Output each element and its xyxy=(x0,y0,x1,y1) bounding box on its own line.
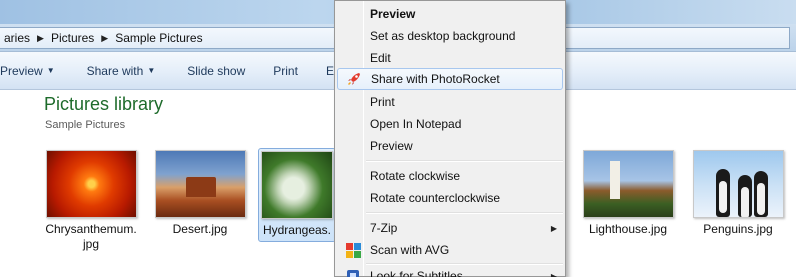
print-button[interactable]: Print xyxy=(265,64,306,78)
share-with-button[interactable]: Share with ▼ xyxy=(79,64,164,78)
share-with-label: Share with xyxy=(86,63,144,78)
file-caption: Chrysanthemum. jpg xyxy=(45,222,137,251)
menu-item-label: Open In Notepad xyxy=(370,117,462,131)
photorocket-icon xyxy=(346,71,362,87)
context-menu: Preview Set as desktop background Edit S… xyxy=(334,0,566,277)
menu-item-label: Scan with AVG xyxy=(370,243,450,257)
avg-icon xyxy=(345,242,361,258)
menu-item-look-for-subtitles[interactable]: Look for Subtitles ▶ xyxy=(337,265,563,277)
breadcrumb-libraries[interactable]: aries xyxy=(0,31,34,45)
menu-item-scan-avg[interactable]: Scan with AVG xyxy=(337,239,563,261)
menu-item-set-desktop-background[interactable]: Set as desktop background xyxy=(337,25,563,47)
menu-item-label: Edit xyxy=(370,51,391,65)
lighthouse-thumbnail xyxy=(582,150,674,218)
submenu-arrow-icon: ▶ xyxy=(550,223,557,233)
desert-thumbnail xyxy=(154,150,246,218)
menu-item-print[interactable]: Print xyxy=(337,91,563,113)
file-desert[interactable]: Desert.jpg xyxy=(150,150,250,237)
chrysanthemum-thumbnail xyxy=(45,150,137,218)
menu-item-edit[interactable]: Edit xyxy=(337,47,563,69)
menu-item-label: Rotate clockwise xyxy=(370,169,461,183)
menu-separator xyxy=(366,160,563,162)
penguins-thumbnail xyxy=(692,150,784,218)
breadcrumb-arrow-icon[interactable]: ▶ xyxy=(98,33,111,44)
menu-item-label: Share with PhotoRocket xyxy=(371,72,500,86)
file-lighthouse[interactable]: Lighthouse.jpg xyxy=(578,150,678,237)
file-chrysanthemum[interactable]: Chrysanthemum. jpg xyxy=(41,150,141,252)
file-caption: Hydrangeas. xyxy=(262,223,332,237)
menu-item-label: Print xyxy=(370,95,395,109)
file-penguins[interactable]: Penguins.jpg xyxy=(688,150,788,237)
preview-label: Preview xyxy=(0,63,43,78)
menu-item-preview-default[interactable]: Preview xyxy=(337,3,563,25)
menu-item-label: 7-Zip xyxy=(370,221,398,235)
preview-button[interactable]: Preview ▼ xyxy=(0,64,63,78)
file-hydrangeas[interactable]: Hydrangeas. xyxy=(258,148,336,242)
library-title: Pictures library xyxy=(44,94,164,114)
menu-item-preview[interactable]: Preview xyxy=(337,135,563,157)
menu-separator xyxy=(366,212,563,214)
breadcrumb-sample-pictures[interactable]: Sample Pictures xyxy=(111,31,206,45)
butte-shape xyxy=(185,177,216,197)
menu-item-label: Set as desktop background xyxy=(370,29,516,43)
subtitles-icon xyxy=(345,268,361,277)
menu-item-label: Preview xyxy=(370,139,413,153)
menu-item-rotate-counterclockwise[interactable]: Rotate counterclockwise xyxy=(337,187,563,209)
library-subtitle: Sample Pictures xyxy=(45,119,126,131)
menu-item-label: Preview xyxy=(370,7,416,21)
breadcrumb-arrow-icon[interactable]: ▶ xyxy=(34,33,47,44)
menu-item-share-photorocket[interactable]: Share with PhotoRocket xyxy=(337,68,563,90)
breadcrumb-pictures[interactable]: Pictures xyxy=(47,31,98,45)
menu-item-label: Look for Subtitles xyxy=(370,269,463,277)
menu-item-open-in-notepad[interactable]: Open In Notepad xyxy=(337,113,563,135)
menu-item-7zip[interactable]: 7-Zip ▶ xyxy=(337,217,563,239)
file-caption: Desert.jpg xyxy=(172,222,228,236)
penguin-shape xyxy=(715,169,730,217)
file-caption: Lighthouse.jpg xyxy=(588,222,668,236)
menu-item-label: Rotate counterclockwise xyxy=(370,191,501,205)
penguin-shape xyxy=(737,175,752,217)
file-caption: Penguins.jpg xyxy=(703,222,773,236)
penguin-shape xyxy=(753,171,768,217)
menu-item-rotate-clockwise[interactable]: Rotate clockwise xyxy=(337,165,563,187)
submenu-arrow-icon: ▶ xyxy=(550,271,557,277)
chevron-down-icon: ▼ xyxy=(147,66,156,75)
chevron-down-icon: ▼ xyxy=(46,66,55,75)
hydrangeas-thumbnail xyxy=(261,151,333,219)
lighthouse-tower-shape xyxy=(609,161,620,199)
slide-show-button[interactable]: Slide show xyxy=(179,64,253,78)
